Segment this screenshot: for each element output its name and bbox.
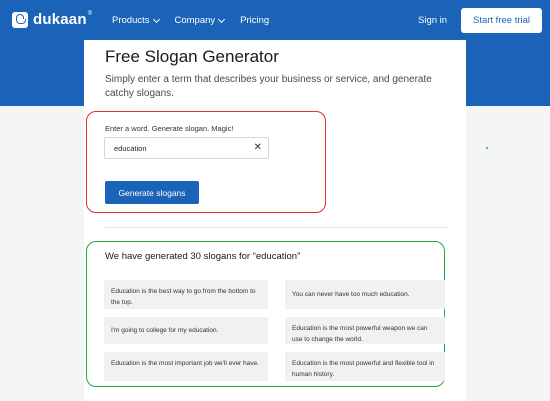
slogan-card[interactable]: Education is the best way to go from the… xyxy=(104,280,268,309)
generate-slogans-button[interactable]: Generate slogans xyxy=(105,181,199,204)
logo-text: dukaan xyxy=(33,11,87,28)
main-menu: Products Company Pricing xyxy=(112,15,285,26)
slogan-card[interactable]: You can never have too much education. xyxy=(285,280,445,309)
shopping-bag-icon xyxy=(12,11,28,28)
slogan-card[interactable]: Education is the most important job we'l… xyxy=(104,352,268,381)
registered-mark: ® xyxy=(87,10,93,17)
search-input[interactable]: education ✕ xyxy=(104,137,269,159)
menu-item-label: Company xyxy=(174,15,216,26)
chevron-down-icon xyxy=(152,15,160,23)
decorative-dot xyxy=(486,147,488,149)
search-input-value: education xyxy=(114,144,147,153)
menu-item-label: Pricing xyxy=(240,15,270,26)
top-nav: dukaan ® Products Company Pricing Sign i… xyxy=(0,0,550,40)
menu-item-company[interactable]: Company xyxy=(174,15,226,26)
page-subtitle: Simply enter a term that describes your … xyxy=(105,74,432,99)
slogan-card[interactable]: I'm going to college for my education. xyxy=(104,317,268,344)
slogan-card[interactable]: Education is the most powerful and flexi… xyxy=(285,352,445,381)
divider xyxy=(105,227,448,228)
sign-in-link[interactable]: Sign in xyxy=(418,15,447,26)
results-heading: We have generated 30 slogans for “educat… xyxy=(105,251,301,262)
menu-item-label: Products xyxy=(112,15,150,26)
input-prompt: Enter a word. Generate slogan. Magic! xyxy=(105,124,234,133)
chevron-down-icon xyxy=(218,15,226,23)
slogan-card[interactable]: Education is the most powerful weapon we… xyxy=(285,317,445,344)
logo[interactable]: dukaan ® xyxy=(12,11,92,28)
start-free-trial-button[interactable]: Start free trial xyxy=(461,8,542,33)
menu-item-products[interactable]: Products xyxy=(112,15,160,26)
close-icon[interactable]: ✕ xyxy=(254,142,262,154)
page-title: Free Slogan Generator xyxy=(105,47,279,66)
menu-item-pricing[interactable]: Pricing xyxy=(240,15,269,26)
